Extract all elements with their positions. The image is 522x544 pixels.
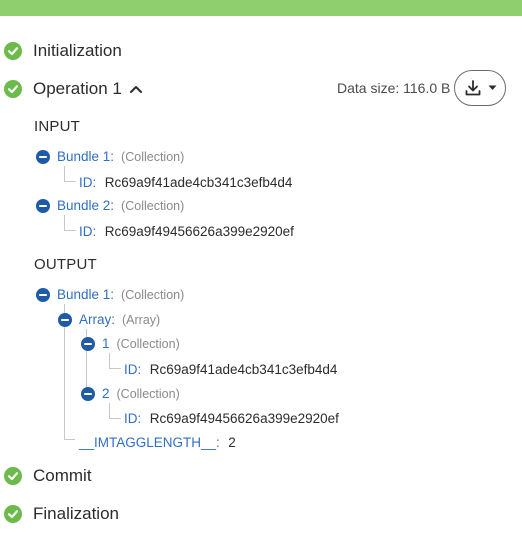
key-label: Bundle 2: (57, 198, 115, 213)
value-text: Rc69a9f41ade4cb341c3efb4d4 (149, 362, 338, 377)
tree-connector (64, 166, 76, 182)
key-label: Bundle 1: (57, 149, 115, 164)
type-label: (Array) (122, 312, 161, 327)
output-item-1-id: ID: Rc69a9f41ade4cb341c3efb4d4 (124, 361, 337, 379)
output-bundle-1[interactable]: Bundle 1: (Collection) (36, 287, 184, 302)
stage-label: Finalization (33, 504, 119, 523)
type-label: (Collection) (121, 149, 185, 164)
output-array-item-1[interactable]: 1 (Collection) (81, 336, 180, 351)
type-label: (Collection) (116, 386, 180, 401)
minus-circle-icon[interactable] (36, 287, 50, 302)
minus-circle-icon[interactable] (36, 198, 50, 213)
type-label: (Collection) (116, 336, 180, 351)
check-circle-icon (4, 80, 22, 98)
key-label: ID: (79, 175, 97, 190)
output-item-2-id: ID: Rc69a9f49456626a399e2920ef (124, 410, 339, 428)
output-array[interactable]: Array: (Array) (58, 312, 160, 327)
stage-operation[interactable]: Operation 1 (4, 79, 142, 99)
stage-initialization[interactable]: Initialization (4, 41, 122, 61)
stage-finalization[interactable]: Finalization (4, 504, 119, 524)
output-length: __IMTAGGLENGTH__: 2 (79, 434, 236, 452)
tree-connector (109, 403, 121, 419)
output-array-item-2[interactable]: 2 (Collection) (81, 386, 180, 401)
check-circle-icon (4, 42, 22, 60)
minus-circle-icon[interactable] (81, 336, 95, 351)
key-label: Array: (79, 312, 116, 327)
chevron-down-icon (488, 85, 496, 90)
minus-circle-icon[interactable] (58, 312, 72, 327)
key-label: __IMTAGGLENGTH__: (79, 435, 220, 450)
tree-connector (109, 353, 121, 369)
caret-up-icon[interactable] (129, 85, 142, 93)
value-text: Rc69a9f49456626a399e2920ef (149, 411, 339, 426)
tree-connector (64, 215, 76, 231)
stage-label: Operation 1 (33, 79, 122, 98)
type-label: (Collection) (121, 287, 185, 302)
input-bundle-1-id: ID: Rc69a9f41ade4cb341c3efb4d4 (79, 174, 292, 192)
minus-circle-icon[interactable] (36, 149, 50, 164)
input-bundle-2[interactable]: Bundle 2: (Collection) (36, 198, 184, 213)
key-label: ID: (124, 411, 142, 426)
value-text: Rc69a9f49456626a399e2920ef (104, 224, 294, 239)
value-text: Rc69a9f41ade4cb341c3efb4d4 (104, 175, 293, 190)
value-text: 2 (228, 435, 236, 450)
key-label: ID: (124, 362, 142, 377)
minus-circle-icon[interactable] (81, 386, 95, 401)
download-button[interactable] (454, 70, 506, 106)
output-heading: OUTPUT (34, 256, 97, 273)
download-icon (465, 80, 480, 96)
tree-connector (64, 428, 75, 440)
key-label: Bundle 1: (57, 287, 115, 302)
stage-label: Commit (33, 466, 92, 485)
status-bar (0, 0, 522, 16)
key-label: 1 (102, 336, 110, 351)
input-heading: INPUT (34, 118, 80, 135)
key-label: ID: (79, 224, 97, 239)
check-circle-icon (4, 467, 22, 485)
key-label: 2 (102, 386, 110, 401)
stage-commit[interactable]: Commit (4, 466, 92, 486)
input-bundle-2-id: ID: Rc69a9f49456626a399e2920ef (79, 223, 294, 241)
check-circle-icon (4, 505, 22, 523)
data-size-label: Data size: 116.0 B (337, 80, 451, 96)
stage-label: Initialization (33, 41, 122, 60)
input-bundle-1[interactable]: Bundle 1: (Collection) (36, 149, 184, 164)
type-label: (Collection) (121, 198, 185, 213)
